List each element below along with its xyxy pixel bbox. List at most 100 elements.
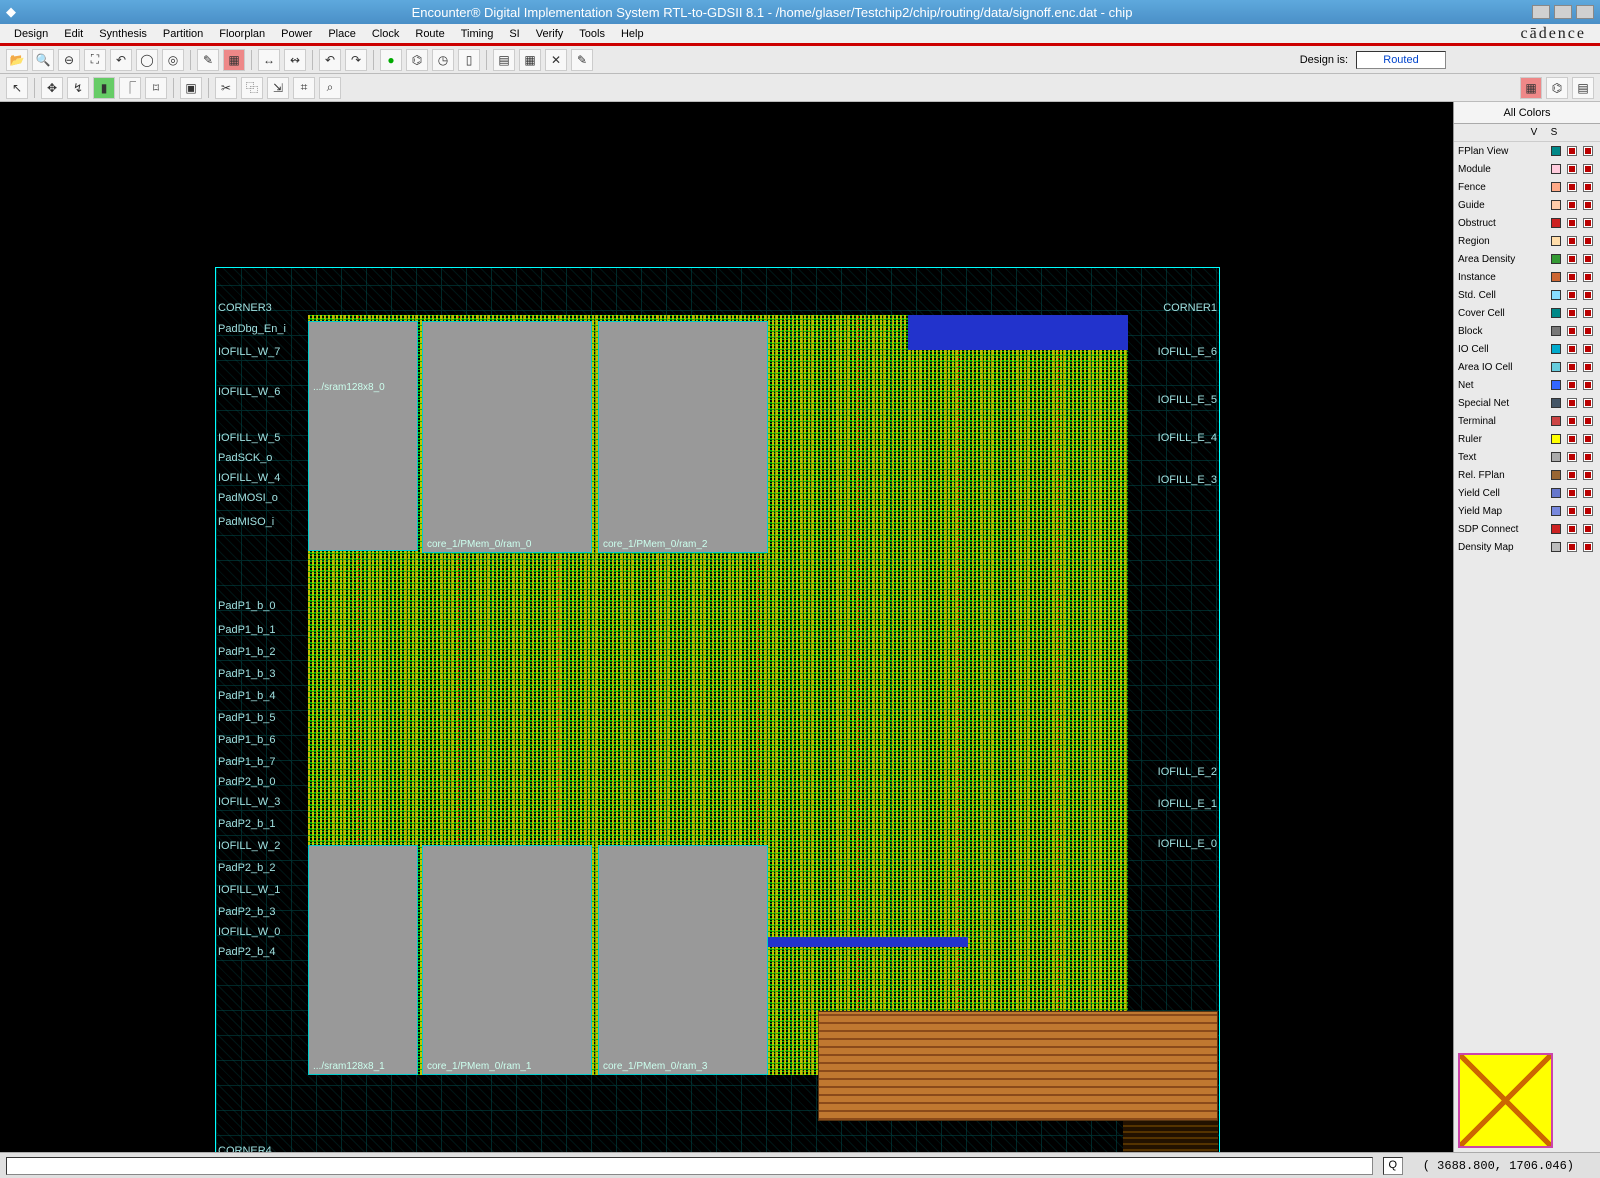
layer-row[interactable]: Yield Map (1454, 502, 1600, 520)
macro-ram3[interactable]: core_1/PMem_0/ram_3 (598, 845, 768, 1075)
macro-ram0[interactable]: core_1/PMem_0/ram_0 (422, 321, 592, 553)
layer-row[interactable]: Region (1454, 232, 1600, 250)
layer-visible-toggle[interactable] (1567, 524, 1577, 534)
layer-select-toggle[interactable] (1583, 200, 1593, 210)
menu-partition[interactable]: Partition (155, 28, 211, 40)
layer-row[interactable]: Instance (1454, 268, 1600, 286)
layer-select-toggle[interactable] (1583, 542, 1593, 552)
copy-icon[interactable]: ⿻ (241, 77, 263, 99)
layer-color-swatch[interactable] (1551, 290, 1561, 300)
menu-power[interactable]: Power (273, 28, 320, 40)
layer-visible-toggle[interactable] (1567, 380, 1577, 390)
menu-tools[interactable]: Tools (571, 28, 613, 40)
menu-floorplan[interactable]: Floorplan (211, 28, 273, 40)
path-icon[interactable]: ↯ (67, 77, 89, 99)
layer-select-toggle[interactable] (1583, 488, 1593, 498)
layer-select-toggle[interactable] (1583, 254, 1593, 264)
layer-select-toggle[interactable] (1583, 362, 1593, 372)
move-icon[interactable]: ✥ (41, 77, 63, 99)
menu-si[interactable]: SI (501, 28, 527, 40)
layer-visible-toggle[interactable] (1567, 344, 1577, 354)
measure-icon[interactable]: ✕ (545, 49, 567, 71)
line-icon[interactable]: ⎾ (119, 77, 141, 99)
view-physical-icon[interactable]: ▦ (1520, 77, 1542, 99)
layer-row[interactable]: Special Net (1454, 394, 1600, 412)
layer-color-swatch[interactable] (1551, 326, 1561, 336)
macro-ram1[interactable]: core_1/PMem_0/ram_1 (422, 845, 592, 1075)
edit-icon[interactable]: ✎ (571, 49, 593, 71)
layer-visible-toggle[interactable] (1567, 362, 1577, 372)
menu-timing[interactable]: Timing (453, 28, 502, 40)
layer-color-swatch[interactable] (1551, 362, 1561, 372)
layer-select-toggle[interactable] (1583, 380, 1593, 390)
layer-color-swatch[interactable] (1551, 416, 1561, 426)
view-amoeba-icon[interactable]: ⌬ (1546, 77, 1568, 99)
layer-visible-toggle[interactable] (1567, 452, 1577, 462)
layer-color-swatch[interactable] (1551, 218, 1561, 228)
menu-place[interactable]: Place (320, 28, 364, 40)
zoom-in-icon[interactable]: 🔍 (32, 49, 54, 71)
open-icon[interactable]: 📂 (6, 49, 28, 71)
layer-select-toggle[interactable] (1583, 434, 1593, 444)
layer-color-swatch[interactable] (1551, 200, 1561, 210)
layer-row[interactable]: Fence (1454, 178, 1600, 196)
snap-icon[interactable]: ⌗ (293, 77, 315, 99)
layer-visible-toggle[interactable] (1567, 488, 1577, 498)
layer-color-swatch[interactable] (1551, 344, 1561, 354)
layer-select-toggle[interactable] (1583, 344, 1593, 354)
layer-visible-toggle[interactable] (1567, 470, 1577, 480)
layer-color-swatch[interactable] (1551, 506, 1561, 516)
minimap[interactable] (1458, 1053, 1553, 1148)
layer-select-toggle[interactable] (1583, 524, 1593, 534)
macro-sram0[interactable]: .../sram128x8_0 (308, 321, 418, 551)
layer-row[interactable]: Net (1454, 376, 1600, 394)
layer-visible-toggle[interactable] (1567, 272, 1577, 282)
menu-design[interactable]: Design (6, 28, 56, 40)
layer-row[interactable]: Cover Cell (1454, 304, 1600, 322)
layer-row[interactable]: SDP Connect (1454, 520, 1600, 538)
undo-icon[interactable]: ↶ (319, 49, 341, 71)
q-button[interactable]: Q (1383, 1157, 1403, 1175)
layer-color-swatch[interactable] (1551, 470, 1561, 480)
menu-edit[interactable]: Edit (56, 28, 91, 40)
layer-color-swatch[interactable] (1551, 542, 1561, 552)
layer-row[interactable]: FPlan View (1454, 142, 1600, 160)
layer-visible-toggle[interactable] (1567, 542, 1577, 552)
all-colors-button[interactable]: All Colors (1454, 102, 1600, 124)
clock-icon[interactable]: ◷ (432, 49, 454, 71)
layer-color-swatch[interactable] (1551, 452, 1561, 462)
layer-select-toggle[interactable] (1583, 218, 1593, 228)
layer-visible-toggle[interactable] (1567, 182, 1577, 192)
layer-color-swatch[interactable] (1551, 434, 1561, 444)
redo-icon[interactable]: ↷ (345, 49, 367, 71)
rect-icon[interactable]: ▮ (93, 77, 115, 99)
macro-sram1[interactable]: .../sram128x8_1 (308, 845, 418, 1075)
layer-visible-toggle[interactable] (1567, 398, 1577, 408)
layer-color-swatch[interactable] (1551, 236, 1561, 246)
layer-visible-toggle[interactable] (1567, 416, 1577, 426)
menu-synthesis[interactable]: Synthesis (91, 28, 155, 40)
layer-select-toggle[interactable] (1583, 416, 1593, 426)
layer-select-toggle[interactable] (1583, 452, 1593, 462)
layer-row[interactable]: Rel. FPlan (1454, 466, 1600, 484)
view-floorplan-icon[interactable]: ▤ (1572, 77, 1594, 99)
maximize-button[interactable] (1554, 5, 1572, 19)
layer-row[interactable]: Terminal (1454, 412, 1600, 430)
command-input[interactable] (6, 1157, 1373, 1175)
layer-visible-toggle[interactable] (1567, 290, 1577, 300)
zoom-out-icon[interactable]: ⊖ (58, 49, 80, 71)
query-icon[interactable]: ⌕ (319, 77, 341, 99)
layer-visible-toggle[interactable] (1567, 308, 1577, 318)
layer-color-swatch[interactable] (1551, 182, 1561, 192)
layer-visible-toggle[interactable] (1567, 236, 1577, 246)
summary-icon[interactable]: ▤ (493, 49, 515, 71)
sheet-icon[interactable]: ▯ (458, 49, 480, 71)
layer-select-toggle[interactable] (1583, 470, 1593, 480)
attr-icon[interactable]: ⌑ (145, 77, 167, 99)
paste-icon[interactable]: ⇲ (267, 77, 289, 99)
ruler-w-icon[interactable]: ↭ (284, 49, 306, 71)
layer-color-swatch[interactable] (1551, 398, 1561, 408)
macro-ram2[interactable]: core_1/PMem_0/ram_2 (598, 321, 768, 553)
menu-clock[interactable]: Clock (364, 28, 408, 40)
ruler-h-icon[interactable]: ↔ (258, 49, 280, 71)
